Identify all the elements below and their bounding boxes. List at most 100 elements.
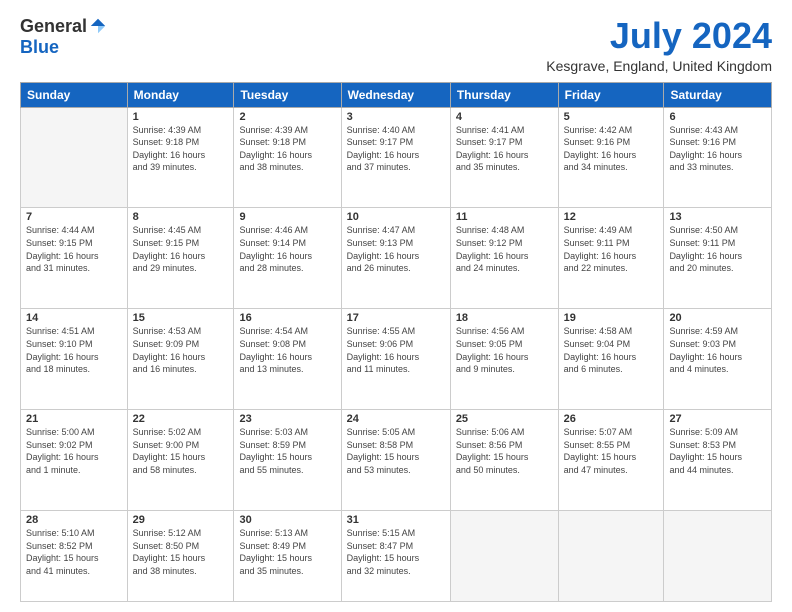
day-number: 28 [26, 514, 122, 526]
day-number: 26 [564, 413, 659, 425]
month-title: July 2024 [546, 16, 772, 56]
day-info: Sunrise: 5:03 AM Sunset: 8:59 PM Dayligh… [239, 426, 335, 476]
day-info: Sunrise: 4:48 AM Sunset: 9:12 PM Dayligh… [456, 224, 553, 274]
day-info: Sunrise: 4:43 AM Sunset: 9:16 PM Dayligh… [669, 124, 766, 174]
day-info: Sunrise: 4:51 AM Sunset: 9:10 PM Dayligh… [26, 325, 122, 375]
table-row: 2Sunrise: 4:39 AM Sunset: 9:18 PM Daylig… [234, 107, 341, 208]
logo: General Blue [20, 16, 107, 58]
day-number: 21 [26, 413, 122, 425]
table-row: 10Sunrise: 4:47 AM Sunset: 9:13 PM Dayli… [341, 208, 450, 309]
day-info: Sunrise: 4:55 AM Sunset: 9:06 PM Dayligh… [347, 325, 445, 375]
day-number: 16 [239, 312, 335, 324]
day-info: Sunrise: 4:54 AM Sunset: 9:08 PM Dayligh… [239, 325, 335, 375]
table-row: 11Sunrise: 4:48 AM Sunset: 9:12 PM Dayli… [450, 208, 558, 309]
table-row: 9Sunrise: 4:46 AM Sunset: 9:14 PM Daylig… [234, 208, 341, 309]
table-row: 17Sunrise: 4:55 AM Sunset: 9:06 PM Dayli… [341, 309, 450, 410]
table-row: 12Sunrise: 4:49 AM Sunset: 9:11 PM Dayli… [558, 208, 664, 309]
logo-icon [89, 17, 107, 35]
table-row: 5Sunrise: 4:42 AM Sunset: 9:16 PM Daylig… [558, 107, 664, 208]
title-area: July 2024 Kesgrave, England, United King… [546, 16, 772, 74]
day-info: Sunrise: 4:59 AM Sunset: 9:03 PM Dayligh… [669, 325, 766, 375]
table-row: 21Sunrise: 5:00 AM Sunset: 9:02 PM Dayli… [21, 410, 128, 511]
day-number: 30 [239, 514, 335, 526]
page: General Blue July 2024 Kesgrave, England… [0, 0, 792, 612]
day-info: Sunrise: 4:47 AM Sunset: 9:13 PM Dayligh… [347, 224, 445, 274]
logo-blue: Blue [20, 37, 59, 58]
table-row: 19Sunrise: 4:58 AM Sunset: 9:04 PM Dayli… [558, 309, 664, 410]
table-row [664, 511, 772, 602]
day-info: Sunrise: 4:53 AM Sunset: 9:09 PM Dayligh… [133, 325, 229, 375]
day-info: Sunrise: 4:58 AM Sunset: 9:04 PM Dayligh… [564, 325, 659, 375]
day-number: 12 [564, 211, 659, 223]
day-info: Sunrise: 4:44 AM Sunset: 9:15 PM Dayligh… [26, 224, 122, 274]
table-row: 13Sunrise: 4:50 AM Sunset: 9:11 PM Dayli… [664, 208, 772, 309]
day-number: 31 [347, 514, 445, 526]
day-number: 23 [239, 413, 335, 425]
day-number: 3 [347, 111, 445, 123]
day-number: 6 [669, 111, 766, 123]
table-row: 23Sunrise: 5:03 AM Sunset: 8:59 PM Dayli… [234, 410, 341, 511]
day-number: 25 [456, 413, 553, 425]
calendar-table: Sunday Monday Tuesday Wednesday Thursday… [20, 82, 772, 602]
table-row: 3Sunrise: 4:40 AM Sunset: 9:17 PM Daylig… [341, 107, 450, 208]
table-row: 26Sunrise: 5:07 AM Sunset: 8:55 PM Dayli… [558, 410, 664, 511]
day-number: 17 [347, 312, 445, 324]
day-number: 14 [26, 312, 122, 324]
table-row: 28Sunrise: 5:10 AM Sunset: 8:52 PM Dayli… [21, 511, 128, 602]
day-number: 24 [347, 413, 445, 425]
table-row: 4Sunrise: 4:41 AM Sunset: 9:17 PM Daylig… [450, 107, 558, 208]
day-number: 11 [456, 211, 553, 223]
day-info: Sunrise: 5:06 AM Sunset: 8:56 PM Dayligh… [456, 426, 553, 476]
day-number: 22 [133, 413, 229, 425]
day-info: Sunrise: 4:41 AM Sunset: 9:17 PM Dayligh… [456, 124, 553, 174]
day-number: 8 [133, 211, 229, 223]
table-row [21, 107, 128, 208]
day-info: Sunrise: 4:45 AM Sunset: 9:15 PM Dayligh… [133, 224, 229, 274]
day-info: Sunrise: 5:05 AM Sunset: 8:58 PM Dayligh… [347, 426, 445, 476]
day-info: Sunrise: 4:56 AM Sunset: 9:05 PM Dayligh… [456, 325, 553, 375]
day-number: 5 [564, 111, 659, 123]
day-info: Sunrise: 4:50 AM Sunset: 9:11 PM Dayligh… [669, 224, 766, 274]
day-number: 10 [347, 211, 445, 223]
day-number: 4 [456, 111, 553, 123]
header: General Blue July 2024 Kesgrave, England… [20, 16, 772, 74]
day-info: Sunrise: 4:40 AM Sunset: 9:17 PM Dayligh… [347, 124, 445, 174]
header-saturday: Saturday [664, 82, 772, 107]
day-number: 29 [133, 514, 229, 526]
table-row: 16Sunrise: 4:54 AM Sunset: 9:08 PM Dayli… [234, 309, 341, 410]
table-row: 20Sunrise: 4:59 AM Sunset: 9:03 PM Dayli… [664, 309, 772, 410]
day-info: Sunrise: 4:49 AM Sunset: 9:11 PM Dayligh… [564, 224, 659, 274]
day-info: Sunrise: 5:10 AM Sunset: 8:52 PM Dayligh… [26, 527, 122, 577]
day-number: 1 [133, 111, 229, 123]
day-number: 7 [26, 211, 122, 223]
header-row: Sunday Monday Tuesday Wednesday Thursday… [21, 82, 772, 107]
table-row: 15Sunrise: 4:53 AM Sunset: 9:09 PM Dayli… [127, 309, 234, 410]
table-row: 25Sunrise: 5:06 AM Sunset: 8:56 PM Dayli… [450, 410, 558, 511]
day-info: Sunrise: 5:12 AM Sunset: 8:50 PM Dayligh… [133, 527, 229, 577]
day-number: 13 [669, 211, 766, 223]
table-row: 31Sunrise: 5:15 AM Sunset: 8:47 PM Dayli… [341, 511, 450, 602]
location: Kesgrave, England, United Kingdom [546, 58, 772, 74]
table-row [450, 511, 558, 602]
table-row: 30Sunrise: 5:13 AM Sunset: 8:49 PM Dayli… [234, 511, 341, 602]
header-thursday: Thursday [450, 82, 558, 107]
header-tuesday: Tuesday [234, 82, 341, 107]
table-row: 24Sunrise: 5:05 AM Sunset: 8:58 PM Dayli… [341, 410, 450, 511]
day-info: Sunrise: 4:39 AM Sunset: 9:18 PM Dayligh… [239, 124, 335, 174]
header-sunday: Sunday [21, 82, 128, 107]
day-info: Sunrise: 5:15 AM Sunset: 8:47 PM Dayligh… [347, 527, 445, 577]
logo-general: General [20, 16, 87, 37]
day-info: Sunrise: 5:07 AM Sunset: 8:55 PM Dayligh… [564, 426, 659, 476]
header-monday: Monday [127, 82, 234, 107]
table-row [558, 511, 664, 602]
day-info: Sunrise: 5:02 AM Sunset: 9:00 PM Dayligh… [133, 426, 229, 476]
day-number: 15 [133, 312, 229, 324]
table-row: 18Sunrise: 4:56 AM Sunset: 9:05 PM Dayli… [450, 309, 558, 410]
day-info: Sunrise: 4:46 AM Sunset: 9:14 PM Dayligh… [239, 224, 335, 274]
table-row: 27Sunrise: 5:09 AM Sunset: 8:53 PM Dayli… [664, 410, 772, 511]
day-number: 20 [669, 312, 766, 324]
day-number: 18 [456, 312, 553, 324]
table-row: 7Sunrise: 4:44 AM Sunset: 9:15 PM Daylig… [21, 208, 128, 309]
day-info: Sunrise: 5:00 AM Sunset: 9:02 PM Dayligh… [26, 426, 122, 476]
table-row: 6Sunrise: 4:43 AM Sunset: 9:16 PM Daylig… [664, 107, 772, 208]
